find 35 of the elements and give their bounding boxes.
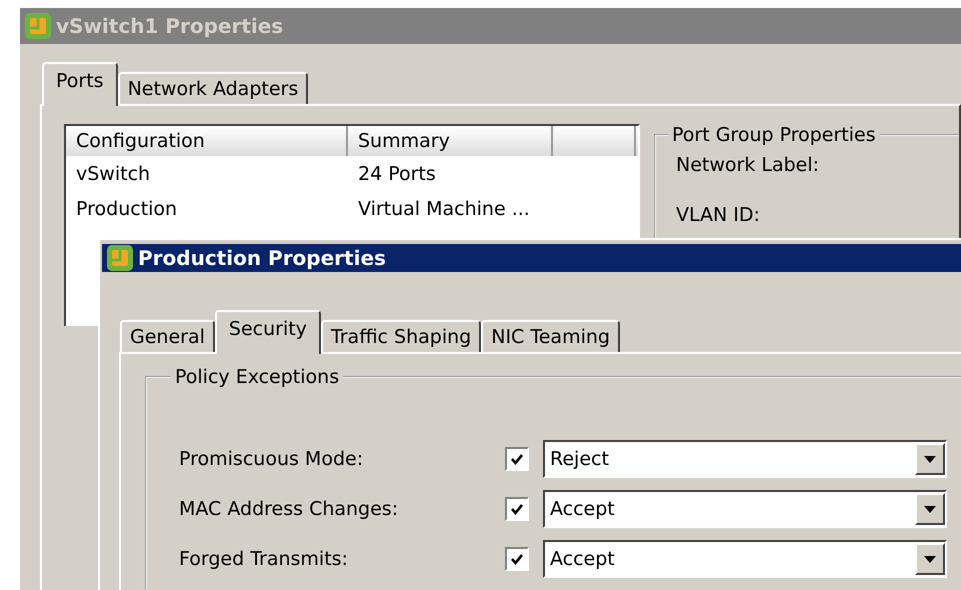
- check-icon: [510, 502, 524, 516]
- app-logo-icon: [24, 12, 52, 40]
- table-cell[interactable]: 24 Ports: [348, 162, 553, 184]
- tab[interactable]: General: [120, 320, 215, 352]
- caret-icon: [924, 506, 936, 512]
- column-header[interactable]: Summary: [348, 126, 553, 156]
- policy-dropdown[interactable]: Accept: [543, 540, 947, 578]
- policy-label: Promiscuous Mode:: [179, 448, 364, 470]
- field-label: Network Label:: [676, 154, 820, 178]
- tab[interactable]: Ports: [42, 62, 118, 106]
- table-cell[interactable]: Virtual Machine ...: [348, 198, 553, 220]
- policy-dropdown[interactable]: Reject: [543, 440, 947, 478]
- table-cell[interactable]: Production: [66, 198, 348, 220]
- check-icon: [510, 552, 524, 566]
- caret-icon: [924, 556, 936, 562]
- checkbox[interactable]: [505, 447, 529, 471]
- window-title: vSwitch1 Properties: [56, 14, 284, 38]
- check-icon: [510, 452, 524, 466]
- policy-dropdown[interactable]: Accept: [543, 490, 947, 528]
- tab[interactable]: Security: [214, 310, 321, 354]
- dialog-title: Production Properties: [138, 246, 386, 270]
- policy-label: MAC Address Changes:: [179, 498, 400, 520]
- table-cell[interactable]: vSwitch: [66, 162, 348, 184]
- field-label: VLAN ID:: [676, 204, 761, 228]
- checkbox[interactable]: [505, 547, 529, 571]
- tab[interactable]: Traffic Shaping: [320, 320, 482, 352]
- tab[interactable]: Network Adapters: [118, 72, 308, 104]
- policy-label: Forged Transmits:: [179, 548, 349, 570]
- column-header[interactable]: Configuration: [66, 126, 348, 156]
- group-title: Port Group Properties: [671, 124, 877, 146]
- caret-icon: [924, 456, 936, 462]
- checkbox[interactable]: [505, 497, 529, 521]
- group-title: Policy Exceptions: [174, 366, 340, 388]
- app-logo-icon: [106, 244, 134, 272]
- tab[interactable]: NIC Teaming: [481, 320, 620, 352]
